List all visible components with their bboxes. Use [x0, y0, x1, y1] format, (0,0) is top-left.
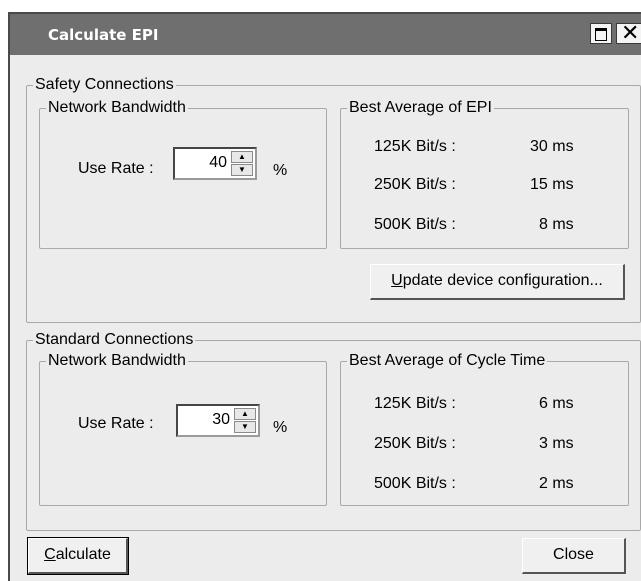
window-title: Calculate EPI	[48, 26, 159, 44]
safety-epi-label: Best Average of EPI	[349, 99, 492, 116]
spin-up-icon[interactable]: ▲	[231, 151, 253, 163]
update-device-configuration-button[interactable]: Update device configuration...	[370, 264, 625, 300]
standard-time-125k: 6 ms	[539, 395, 574, 412]
maximize-button[interactable]	[590, 23, 612, 44]
standard-connections-label: Standard Connections	[35, 331, 194, 348]
update-button-label: pdate device configuration...	[402, 272, 603, 289]
safety-use-rate-label: Use Rate :	[78, 160, 154, 177]
safety-time-250k: 15 ms	[530, 176, 574, 193]
standard-use-rate-label: Use Rate :	[78, 415, 154, 432]
safety-bandwidth-label: Network Bandwidth	[48, 99, 186, 116]
standard-use-rate-value: 30	[212, 411, 230, 428]
standard-time-250k: 3 ms	[539, 435, 574, 452]
safety-rate-125k: 125K Bit/s :	[374, 138, 456, 155]
standard-rate-500k: 500K Bit/s :	[374, 475, 456, 492]
close-icon: ✕	[621, 21, 640, 46]
safety-rate-250k: 250K Bit/s :	[374, 176, 456, 193]
title-bar: Calculate EPI ✕	[10, 14, 641, 55]
spin-down-icon[interactable]: ▼	[231, 164, 253, 176]
calculate-epi-dialog: Calculate EPI ✕ Safety Connections Netwo…	[8, 12, 641, 581]
calculate-label: alculate	[55, 546, 111, 563]
spin-down-icon[interactable]: ▼	[234, 421, 256, 433]
standard-bandwidth-label: Network Bandwidth	[48, 352, 186, 369]
safety-time-500k: 8 ms	[539, 216, 574, 233]
safety-connections-label: Safety Connections	[35, 76, 174, 93]
standard-percent-label: %	[273, 419, 288, 436]
standard-rate-250k: 250K Bit/s :	[374, 435, 456, 452]
calculate-mnemonic: C	[44, 546, 56, 563]
safety-rate-500k: 500K Bit/s :	[374, 216, 456, 233]
standard-rate-125k: 125K Bit/s :	[374, 395, 456, 412]
safety-use-rate-spinner[interactable]: 40 ▲ ▼	[173, 147, 257, 180]
safety-percent-label: %	[273, 162, 288, 179]
close-button[interactable]: Close	[522, 538, 626, 574]
standard-cycle-label: Best Average of Cycle Time	[349, 352, 546, 369]
update-button-mnemonic: U	[391, 272, 403, 289]
close-window-button[interactable]: ✕	[616, 21, 641, 46]
calculate-button[interactable]: Calculate	[27, 537, 129, 575]
spin-up-icon[interactable]: ▲	[234, 408, 256, 420]
safety-time-125k: 30 ms	[530, 138, 574, 155]
safety-use-rate-value: 40	[209, 154, 227, 171]
standard-time-500k: 2 ms	[539, 475, 574, 492]
standard-use-rate-spinner[interactable]: 30 ▲ ▼	[176, 404, 260, 437]
